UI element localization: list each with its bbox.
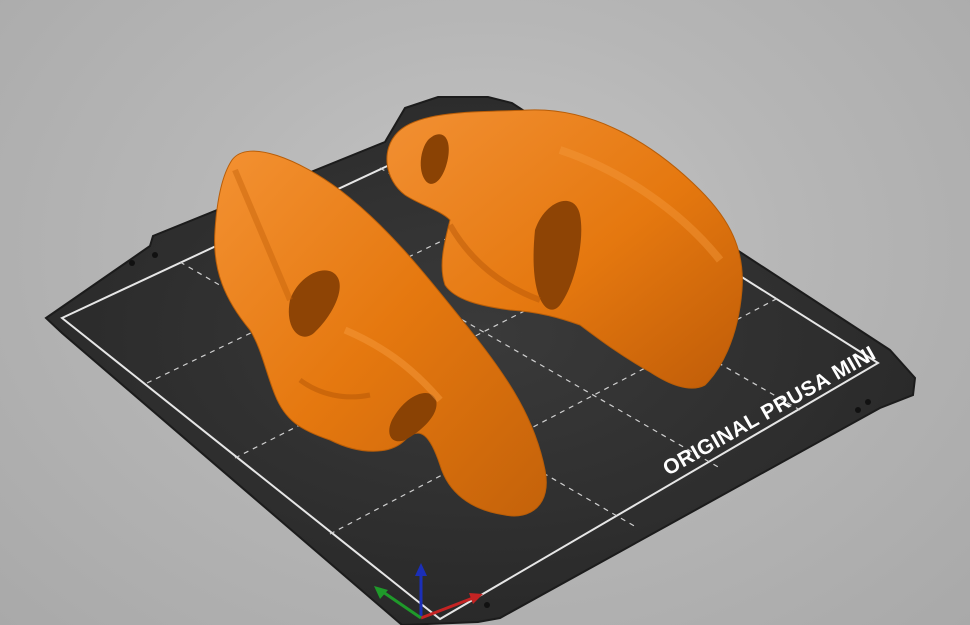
bed-hole-icon [865, 399, 871, 405]
3d-scene[interactable]: ORIGINAL PRUSA MINI [0, 0, 970, 625]
bed-hole-icon [129, 260, 135, 266]
bed-hole-icon [152, 252, 158, 258]
bed-hole-icon [484, 602, 490, 608]
3d-viewport[interactable]: ORIGINAL PRUSA MINI [0, 0, 970, 625]
bed-hole-icon [855, 407, 861, 413]
